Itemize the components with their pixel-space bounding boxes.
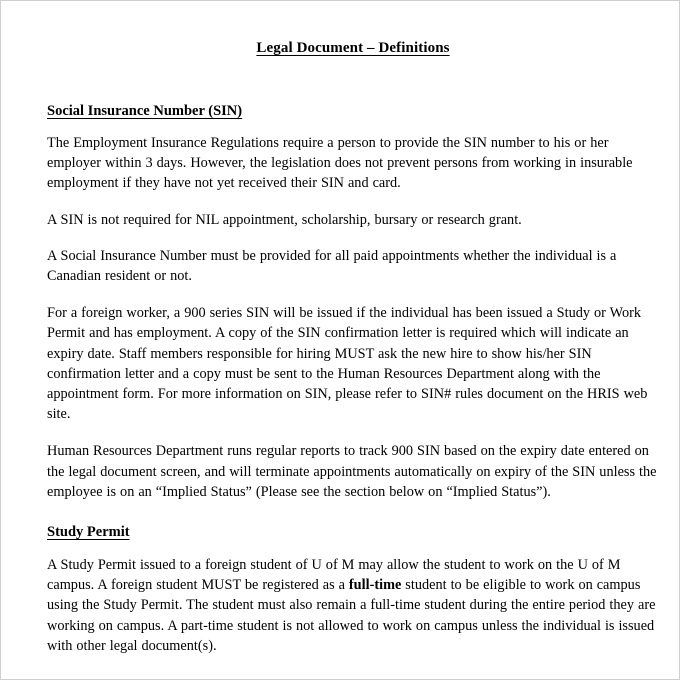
paragraph-study-permit: A Study Permit issued to a foreign stude… xyxy=(47,555,659,656)
spacer-heading-2-to-paragraph xyxy=(47,541,659,555)
document-title: Legal Document – Definitions xyxy=(47,1,659,57)
spacer-heading-to-paragraph-1 xyxy=(47,120,659,133)
section-heading-social-insurance-number: Social Insurance Number (SIN) xyxy=(47,103,659,120)
paragraph-sin-not-required: A SIN is not required for NIL appointmen… xyxy=(47,211,522,228)
spacer-paragraph-2-to-3 xyxy=(47,230,659,246)
spacer-paragraph-3-to-4 xyxy=(47,286,659,303)
document-body: Legal Document – Definitions Social Insu… xyxy=(47,1,659,656)
paragraph-sin-paid-appointments: A Social Insurance Number must be provid… xyxy=(47,247,617,285)
spacer-paragraph-1-to-2 xyxy=(47,194,659,210)
paragraph-sin-foreign-worker: For a foreign worker, a 900 series SIN w… xyxy=(47,305,648,423)
study-permit-bold-full-time: full-time xyxy=(348,577,402,594)
spacer-paragraph-5-to-heading-2 xyxy=(47,502,659,524)
section-heading-study-permit: Study Permit xyxy=(47,524,659,541)
section-heading-study-permit-text: Study Permit xyxy=(47,524,130,541)
section-heading-sin-text: Social Insurance Number (SIN) xyxy=(47,103,243,119)
paragraph-sin-hr-reports: Human Resources Department runs regular … xyxy=(47,443,657,500)
document-title-text: Legal Document – Definitions xyxy=(256,40,450,56)
paragraph-sin-employment-regulations: The Employment Insurance Regulations req… xyxy=(47,135,633,192)
spacer-paragraph-4-to-5 xyxy=(47,424,659,441)
document-page: Legal Document – Definitions Social Insu… xyxy=(0,0,680,680)
spacer-title-to-heading xyxy=(47,57,659,103)
